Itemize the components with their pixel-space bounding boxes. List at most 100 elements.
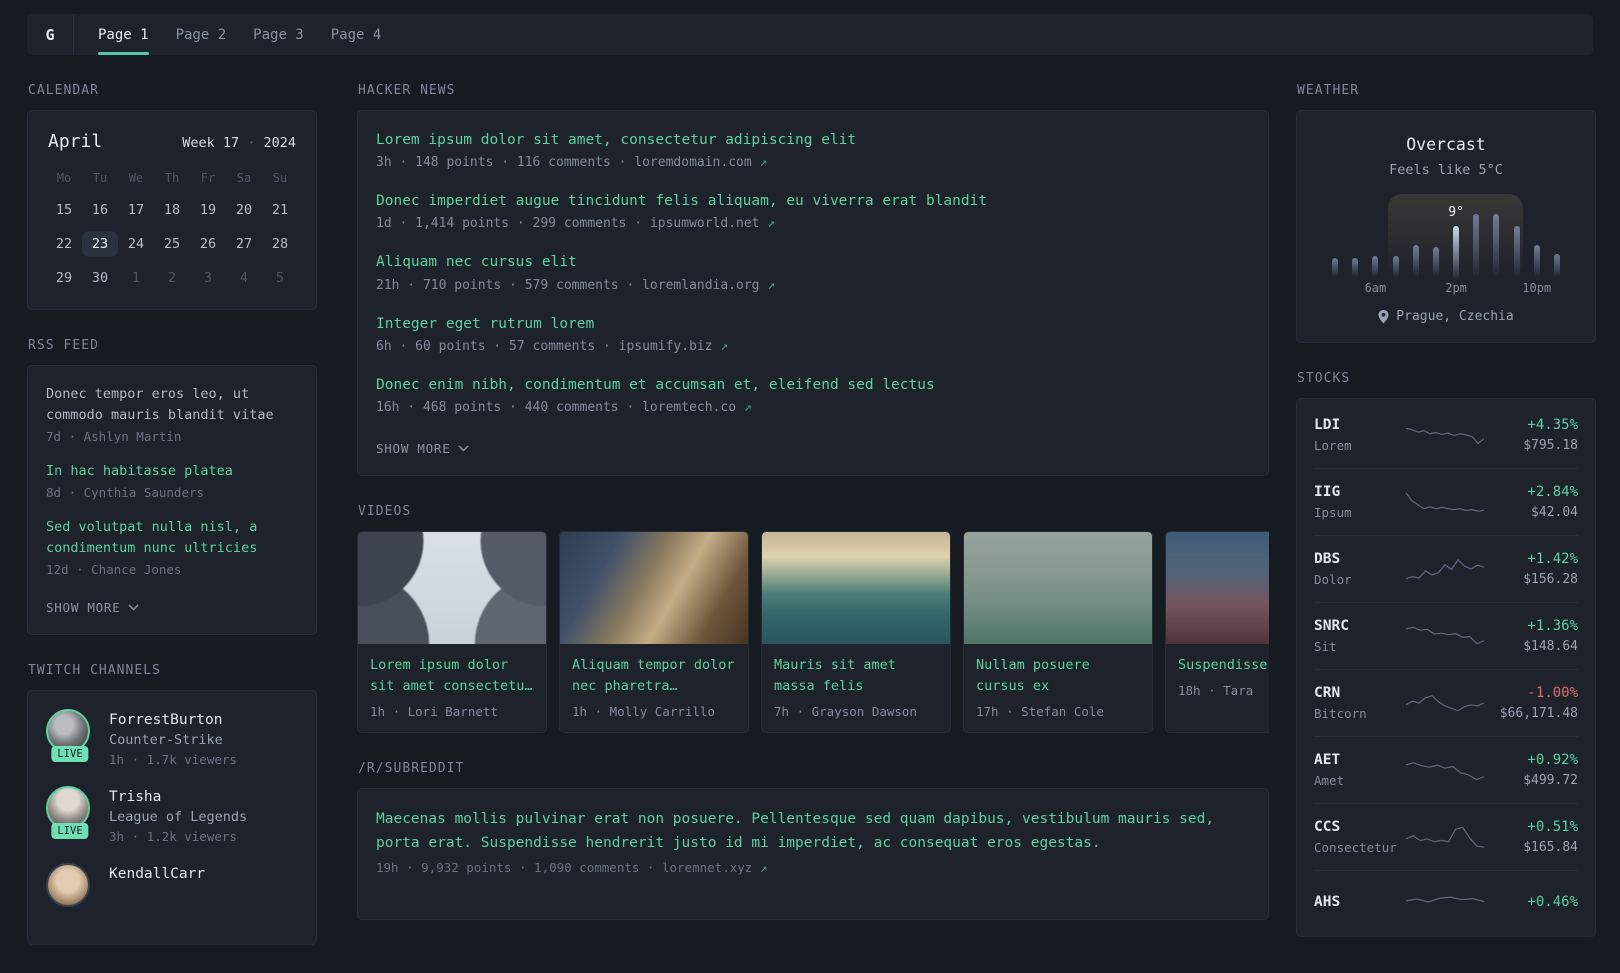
channel-info: Trisha League of Legends 3h · 1.2k viewers — [109, 786, 247, 844]
rss-item-link[interactable]: Donec tempor eros leo, ut commodo mauris… — [46, 384, 298, 426]
domain-text: ipsumify.biz — [618, 338, 721, 354]
story-domain-link[interactable]: ipsumify.biz ↗ — [619, 339, 729, 354]
stock-row[interactable]: SNRC Sit +1.36% $148.64 — [1314, 602, 1578, 669]
video-title-link[interactable]: Aliquam tempor dolor nec pharetra… — [572, 655, 736, 697]
stock-row[interactable]: LDI Lorem +4.35% $795.18 — [1314, 402, 1578, 468]
stock-row[interactable]: AET Amet +0.92% $499.72 — [1314, 736, 1578, 803]
story-domain-link[interactable]: ipsumworld.net ↗ — [650, 216, 775, 231]
hn-story-item: Aliquam nec cursus elit 21h · 710 points … — [376, 251, 1250, 292]
section-label-weather: WEATHER — [1297, 83, 1360, 98]
channel-viewers: 1h · 1.7k viewers — [109, 751, 237, 767]
weather-bar — [1372, 256, 1379, 278]
channel-name-link[interactable]: KendallCarr — [109, 866, 205, 882]
calendar-day-header: Th — [164, 171, 180, 185]
twitch-channel-item[interactable]: LIVE ForrestBurton Counter-Strike 1h · 1.7k… — [46, 708, 298, 767]
live-badge: LIVE — [51, 745, 89, 762]
rss-show-more-button[interactable]: SHOW MORE — [46, 600, 140, 615]
post-domain-link[interactable]: loremnet.xyz ↗ — [662, 860, 767, 875]
video-thumbnail[interactable] — [762, 531, 950, 644]
twitch-channel-item[interactable]: LIVE Trisha League of Legends 3h · 1.2k vie… — [46, 785, 298, 844]
story-title-link[interactable]: Donec enim nibh, condimentum et accumsan… — [376, 374, 1250, 397]
story-domain-link[interactable]: loremtech.co ↗ — [642, 400, 752, 415]
avatar[interactable]: LIVE — [46, 708, 94, 767]
stock-row[interactable]: AHS +0.46% — [1314, 870, 1578, 933]
calendar-week: Week 17 — [182, 135, 240, 151]
stock-row[interactable]: CRN Bitcorn -1.00% $66,171.48 — [1314, 669, 1578, 736]
stock-price: $499.72 — [1523, 773, 1578, 788]
stock-change-percent: +0.92% — [1527, 752, 1578, 768]
video-card[interactable]: Mauris sit amet massa felis 7h · Grayson … — [761, 530, 951, 733]
weather-hour-label: 2pm — [1445, 281, 1467, 295]
video-card-body: Aliquam tempor dolor nec pharetra… 1h · M… — [560, 644, 748, 732]
video-card[interactable]: Lorem ipsum dolor sit amet consectetu… 1h… — [357, 530, 547, 733]
tab-page-1[interactable]: Page 1 — [98, 14, 149, 55]
rss-item-link[interactable]: In hac habitasse platea — [46, 461, 298, 482]
stock-row[interactable]: CCS Consectetur +0.51% $165.84 — [1314, 803, 1578, 870]
channel-name-link[interactable]: ForrestBurton — [109, 712, 223, 728]
video-card[interactable]: Nullam posuere cursus ex 17h · Stefan Col… — [963, 530, 1153, 733]
video-card[interactable]: Suspendisse diam 18h · Tara — [1165, 530, 1269, 733]
calendar-date: 23 — [82, 231, 118, 257]
calendar-date: 5 — [275, 270, 285, 286]
channel-name-link[interactable]: Trisha — [109, 789, 161, 805]
video-card-body: Lorem ipsum dolor sit amet consectetu… 1h… — [358, 644, 546, 732]
video-title-link[interactable]: Mauris sit amet massa felis — [774, 655, 938, 697]
calendar-date: 26 — [199, 236, 217, 252]
calendar-widget: CALENDAR April Week 17 · 2024 Mo Tu We Th Fr… — [27, 83, 317, 310]
hn-show-more-button[interactable]: SHOW MORE — [376, 441, 470, 456]
twitch-card: LIVE ForrestBurton Counter-Strike 1h · 1.7k… — [27, 689, 317, 945]
stock-change-percent: +1.42% — [1527, 551, 1578, 567]
tab-page-3[interactable]: Page 3 — [253, 14, 304, 55]
tab-page-2[interactable]: Page 2 — [176, 14, 227, 55]
story-domain-link[interactable]: loremlandia.org ↗ — [642, 278, 775, 293]
stock-info: DBS Dolor — [1314, 551, 1404, 587]
twitch-channel-item[interactable]: KendallCarr — [46, 862, 298, 907]
stock-sparkline — [1405, 695, 1485, 712]
video-thumbnail[interactable] — [964, 531, 1152, 644]
domain-text: loremlandia.org — [642, 277, 768, 293]
video-thumbnail[interactable] — [560, 531, 748, 644]
story-title-link[interactable]: Donec imperdiet augue tincidunt felis al… — [376, 190, 1250, 213]
tab-page-4[interactable]: Page 4 — [331, 14, 382, 55]
rss-item-meta: 12d · Chance Jones — [46, 561, 182, 577]
section-label-twitch: TWITCH CHANNELS — [28, 662, 161, 678]
stock-sparkline — [1405, 626, 1485, 645]
app-logo[interactable]: G — [27, 14, 74, 55]
rss-item: In hac habitasse platea 8d · Cynthia Saun… — [46, 461, 298, 500]
video-byline: 7h · Grayson Dawson — [774, 703, 917, 719]
video-thumbnail[interactable] — [1166, 531, 1269, 644]
stock-change-percent: +0.46% — [1527, 894, 1578, 910]
stock-change-percent: -1.00% — [1527, 685, 1578, 701]
video-title-link[interactable]: Suspendisse diam — [1178, 655, 1269, 676]
stock-values: +0.51% $165.84 — [1486, 819, 1578, 855]
video-card[interactable]: Aliquam tempor dolor nec pharetra… 1h · M… — [559, 530, 749, 733]
weather-bar — [1473, 214, 1480, 278]
video-title-link[interactable]: Nullam posuere cursus ex — [976, 655, 1140, 697]
story-title-link[interactable]: Lorem ipsum dolor sit amet, consectetur … — [376, 129, 1250, 152]
story-meta-text: 21h · 710 points · 579 comments · — [376, 277, 643, 293]
stock-ticker: SNRC — [1314, 618, 1349, 634]
rss-item-link[interactable]: Sed volutpat nulla nisl, a condimentum n… — [46, 517, 298, 559]
calendar-day-header: Su — [272, 171, 288, 185]
stock-values: +1.42% $156.28 — [1486, 551, 1578, 587]
calendar-year: 2024 — [263, 135, 296, 151]
channel-info: ForrestBurton Counter-Strike 1h · 1.7k vie… — [109, 709, 237, 767]
domain-text: loremdomain.com — [634, 155, 760, 171]
avatar[interactable]: LIVE — [46, 785, 94, 844]
story-meta: 3h · 148 points · 116 comments · loremdo… — [376, 155, 1250, 170]
weather-bar — [1352, 258, 1359, 278]
external-link-icon: ↗ — [767, 216, 776, 232]
calendar-date: 2 — [167, 270, 177, 286]
video-thumbnail[interactable] — [358, 531, 546, 644]
avatar[interactable] — [46, 862, 94, 907]
video-title-link[interactable]: Lorem ipsum dolor sit amet consectetu… — [370, 655, 534, 697]
stock-row[interactable]: DBS Dolor +1.42% $156.28 — [1314, 535, 1578, 602]
subreddit-post-link[interactable]: Maecenas mollis pulvinar erat non posuer… — [376, 807, 1250, 856]
weather-bar-slot — [1547, 254, 1567, 278]
stock-row[interactable]: IIG Ipsum +2.84% $42.04 — [1314, 468, 1578, 535]
story-domain-link[interactable]: loremdomain.com ↗ — [634, 155, 767, 170]
story-title-link[interactable]: Integer eget rutrum lorem — [376, 313, 1250, 336]
story-title-link[interactable]: Aliquam nec cursus elit — [376, 251, 1250, 274]
weather-bar — [1513, 226, 1520, 278]
stock-name: Amet — [1314, 773, 1345, 788]
